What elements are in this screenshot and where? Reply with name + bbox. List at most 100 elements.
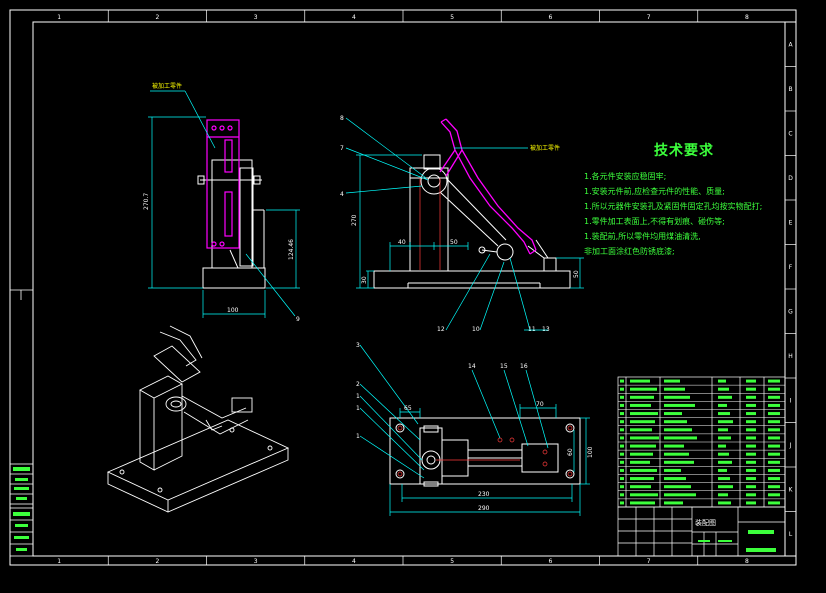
parts-row-mark [630, 460, 650, 464]
parts-row-mark [620, 460, 624, 464]
parts-row-mark [768, 436, 780, 440]
parts-list-rows [618, 379, 785, 505]
bottom-zone-number: 2 [155, 558, 159, 565]
parts-row-mark [630, 395, 654, 399]
top-balloon: 3 [356, 342, 360, 349]
front-dim-width: 100 [227, 307, 239, 314]
right-zone-letter: K [789, 486, 794, 493]
bottom-zone-number: 3 [254, 558, 258, 565]
parts-row-mark [664, 412, 682, 416]
top-balloon: 16 [520, 363, 528, 370]
side-balloon: 11 [528, 326, 536, 333]
tech-requirement-line: 1.安装元件前,应检查元件的性能、质量; [584, 187, 725, 196]
side-dim-50: 50 [450, 239, 458, 246]
right-zone-letter: I [790, 397, 792, 404]
parts-row-mark [746, 477, 756, 481]
side-dim-height: 270 [351, 214, 358, 226]
parts-row-mark [630, 485, 651, 489]
top-dim-60: 60 [567, 448, 574, 456]
top-balloon: 1 [356, 393, 360, 400]
top-zone-number: 4 [352, 14, 356, 21]
side-dim-40: 40 [398, 239, 406, 246]
parts-row-mark [664, 428, 692, 432]
parts-row-mark [746, 387, 756, 391]
parts-row-mark [620, 379, 624, 383]
parts-row-mark [630, 387, 657, 391]
parts-row-mark [746, 436, 756, 440]
parts-row-mark [746, 420, 756, 424]
isometric-view [106, 325, 290, 513]
side-workpiece-label: 被加工零件 [530, 144, 560, 152]
bottom-zone-number: 8 [745, 558, 749, 565]
front-view-dimensions [148, 90, 300, 318]
top-dim-100: 100 [587, 446, 594, 458]
top-zone-number: 6 [548, 14, 552, 21]
parts-row-mark [768, 460, 780, 464]
parts-row-mark [768, 468, 780, 472]
parts-row-mark [664, 485, 691, 489]
parts-row-mark [630, 468, 657, 472]
side-view: 被加工零件 270 40 50 30 50 8 7 4 12 10 11 13 [340, 115, 584, 333]
parts-row-mark [718, 468, 727, 472]
parts-row-mark [746, 452, 756, 456]
parts-row-mark [664, 403, 695, 407]
parts-row-mark [718, 387, 729, 391]
top-dim-65: 65 [404, 405, 412, 412]
parts-row-mark [718, 501, 731, 505]
parts-row-mark [664, 468, 681, 472]
top-dim-290: 290 [478, 505, 490, 512]
front-dim-small-height: 124.46 [288, 239, 295, 260]
parts-row-mark [768, 387, 780, 391]
parts-row-mark [746, 444, 756, 448]
parts-row-mark [620, 501, 624, 505]
parts-row-mark [620, 468, 624, 472]
parts-row-mark [718, 460, 732, 464]
top-balloon: 1 [356, 405, 360, 412]
parts-row-mark [664, 460, 694, 464]
side-balloon: 7 [340, 145, 344, 152]
parts-row-mark [718, 436, 731, 440]
parts-row-mark [664, 493, 696, 497]
parts-row-mark [630, 412, 658, 416]
parts-row-mark [768, 485, 780, 489]
top-zone-number: 3 [254, 14, 258, 21]
parts-row-mark [768, 444, 780, 448]
parts-row-mark [630, 493, 658, 497]
right-zone-letter: A [788, 41, 793, 48]
parts-row-mark [630, 501, 655, 505]
parts-row-mark [664, 436, 697, 440]
parts-row-mark [718, 412, 730, 416]
top-zone-number: 8 [745, 14, 749, 21]
parts-row-mark [768, 395, 780, 399]
top-balloon: 15 [500, 363, 508, 370]
parts-row-mark [630, 436, 659, 440]
assembly-drawing: 12345678 12345678 ABCDEFGHIJKL 被加工零件 270… [9, 9, 797, 566]
parts-row-mark [630, 452, 653, 456]
parts-row-mark [768, 452, 780, 456]
parts-row-mark [746, 493, 756, 497]
parts-row-mark [620, 485, 624, 489]
side-dim-right: 50 [573, 270, 580, 278]
tech-requirement-line: 1.各元件安装应稳固牢; [584, 172, 667, 181]
parts-row-mark [630, 444, 656, 448]
side-balloon: 13 [542, 326, 550, 333]
bottom-zone-number: 4 [352, 558, 356, 565]
top-view-base [389, 417, 581, 487]
right-zone-letter: F [789, 264, 793, 271]
drawing-canvas: 12345678 12345678 ABCDEFGHIJKL 被加工零件 270… [0, 0, 826, 589]
parts-row-mark [620, 403, 624, 407]
parts-row-mark [664, 477, 686, 481]
parts-row-mark [768, 403, 780, 407]
title-block-marks [698, 530, 776, 552]
parts-row-mark [664, 452, 689, 456]
right-zone-letter: D [788, 175, 793, 182]
parts-row-mark [718, 403, 727, 407]
parts-row-mark [718, 493, 728, 497]
bottom-zone-number: 7 [647, 558, 651, 565]
right-zone-letter: E [789, 219, 793, 226]
right-zone-letter: H [788, 353, 793, 360]
parts-row-mark [768, 428, 780, 432]
tech-requirement-line: 非加工面涂红色防锈底漆; [584, 247, 675, 256]
parts-row-mark [768, 412, 780, 416]
top-zone-number: 7 [647, 14, 651, 21]
